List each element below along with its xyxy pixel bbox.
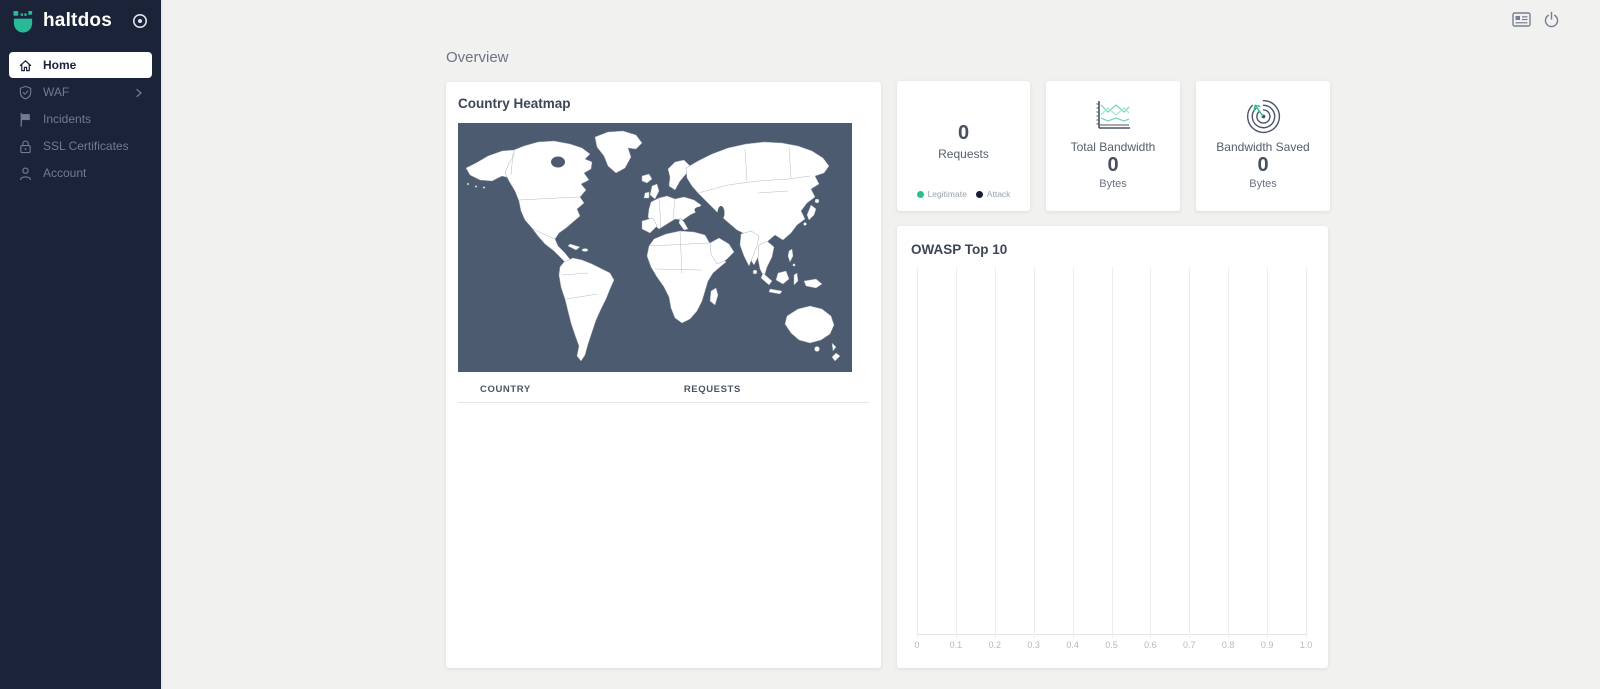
x-tick: 0.8 — [1222, 640, 1235, 650]
legend-item-attack: Attack — [976, 189, 1011, 199]
bandwidth-saved-title: Bandwidth Saved — [1216, 140, 1309, 154]
x-tick: 0.9 — [1261, 640, 1274, 650]
gridline — [1112, 267, 1113, 638]
sidebar-item-label: SSL Certificates — [43, 139, 143, 153]
x-tick: 0.7 — [1183, 640, 1196, 650]
x-tick: 0 — [914, 640, 919, 650]
sidebar-item-ssl-certificates[interactable]: SSL Certificates — [9, 133, 152, 159]
user-icon — [18, 165, 33, 181]
total-bandwidth-card: Total Bandwidth 0 Bytes — [1046, 81, 1180, 211]
spiral-icon — [1243, 94, 1284, 138]
owasp-chart-plot — [917, 267, 1306, 635]
bandwidth-saved-card: Bandwidth Saved 0 Bytes — [1196, 81, 1330, 211]
owasp-x-axis: 0 0.1 0.2 0.3 0.4 0.5 0.6 0.7 0.8 0.9 1.… — [917, 640, 1306, 652]
sidebar-item-label: Home — [43, 58, 143, 72]
gridline — [1150, 267, 1151, 638]
legitimate-dot-icon — [917, 191, 924, 198]
target-icon[interactable] — [131, 12, 149, 30]
gridline — [917, 267, 918, 638]
gridline — [1228, 267, 1229, 638]
gridline — [956, 267, 957, 638]
column-header-country: COUNTRY — [480, 384, 531, 395]
lock-icon — [18, 138, 33, 154]
haltdos-logo-icon — [12, 10, 35, 33]
page-title: Overview — [446, 49, 509, 66]
sidebar-item-account[interactable]: Account — [9, 160, 152, 186]
shield-check-icon — [18, 84, 33, 100]
x-tick: 0.6 — [1144, 640, 1157, 650]
x-tick: 1.0 — [1300, 640, 1313, 650]
legend-label: Legitimate — [928, 189, 967, 199]
sidebar-item-incidents[interactable]: Incidents — [9, 106, 152, 132]
requests-legend: Legitimate Attack — [917, 189, 1011, 199]
brand-name: haltdos — [43, 10, 131, 32]
x-tick: 0.2 — [989, 640, 1002, 650]
gridline — [1267, 267, 1268, 638]
bandwidth-saved-unit: Bytes — [1249, 178, 1277, 190]
country-heatmap-card: Country Heatmap — [446, 82, 881, 668]
flag-icon — [18, 111, 33, 127]
sidebar-item-home[interactable]: Home — [9, 52, 152, 78]
x-tick: 0.5 — [1105, 640, 1118, 650]
world-map[interactable] — [458, 123, 852, 372]
total-bandwidth-value: 0 — [1107, 154, 1118, 176]
total-bandwidth-title: Total Bandwidth — [1071, 140, 1156, 154]
sidebar-header: haltdos — [0, 0, 161, 42]
x-tick: 0.4 — [1066, 640, 1079, 650]
total-bandwidth-unit: Bytes — [1099, 178, 1127, 190]
area-chart-icon — [1092, 94, 1134, 138]
sidebar-nav: Home WAF Incide — [0, 52, 161, 186]
chevron-right-icon — [135, 87, 143, 97]
sidebar-item-label: WAF — [43, 85, 135, 99]
sidebar-item-label: Incidents — [43, 112, 143, 126]
gridline — [995, 267, 996, 638]
requests-label: Requests — [938, 147, 989, 161]
topbar-actions — [1512, 11, 1560, 28]
gridline — [1306, 267, 1307, 638]
x-tick: 0.1 — [950, 640, 963, 650]
legend-item-legitimate: Legitimate — [917, 189, 967, 199]
bandwidth-saved-value: 0 — [1257, 154, 1268, 176]
legend-label: Attack — [987, 189, 1011, 199]
gridline — [1189, 267, 1190, 638]
country-heatmap-title: Country Heatmap — [458, 96, 869, 111]
country-table-header: COUNTRY REQUESTS — [458, 378, 869, 403]
gridline — [1034, 267, 1035, 638]
home-icon — [18, 57, 33, 73]
owasp-top10-card: OWASP Top 10 0 0.1 0.2 0.3 0.4 0.5 0.6 0… — [897, 226, 1328, 668]
contact-card-icon[interactable] — [1512, 12, 1531, 27]
sidebar-item-waf[interactable]: WAF — [9, 79, 152, 105]
sidebar: haltdos Home WAF — [0, 0, 163, 689]
x-tick: 0.3 — [1027, 640, 1040, 650]
requests-stat-card: 0 Requests Legitimate Attack — [897, 81, 1030, 211]
attack-dot-icon — [976, 191, 983, 198]
owasp-title: OWASP Top 10 — [911, 242, 1314, 257]
sidebar-item-label: Account — [43, 166, 143, 180]
power-icon[interactable] — [1543, 11, 1560, 28]
requests-value: 0 — [958, 122, 969, 144]
gridline — [1073, 267, 1074, 638]
column-header-requests: REQUESTS — [684, 384, 741, 395]
